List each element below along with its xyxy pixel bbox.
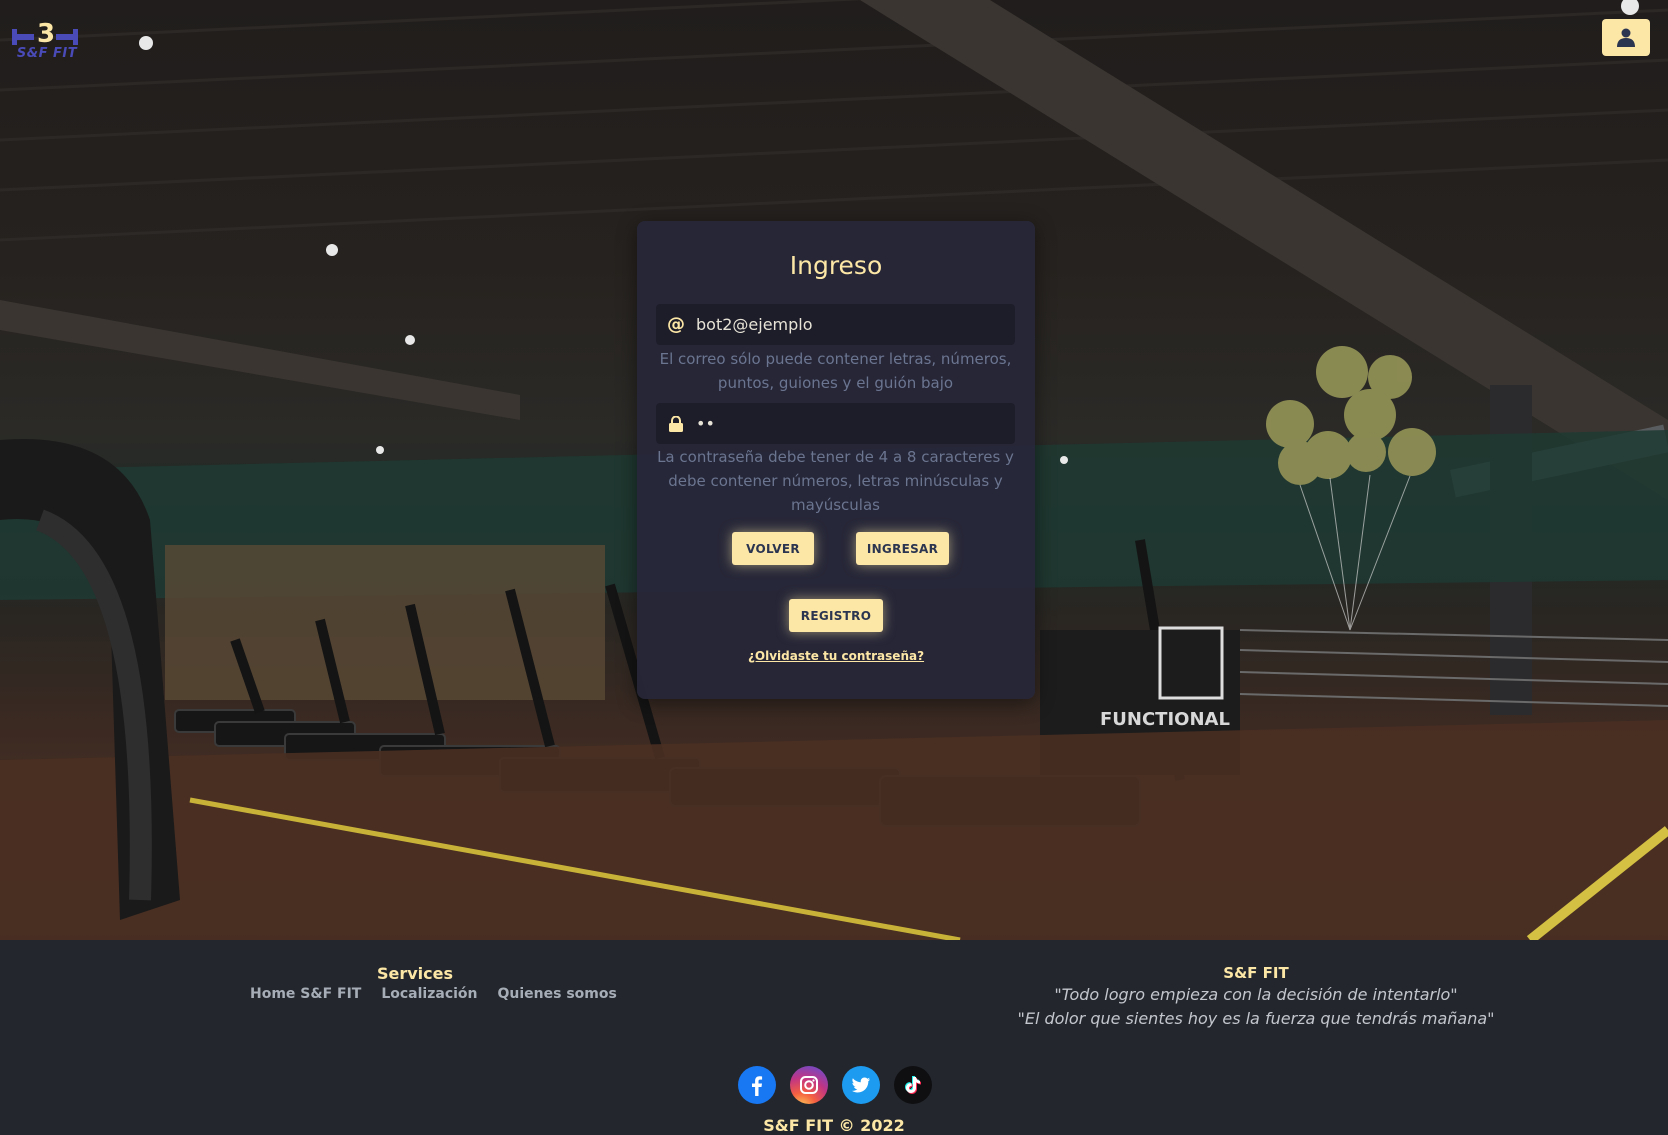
- copyright: S&F FIT © 2022: [763, 1116, 905, 1135]
- link-location[interactable]: Localización: [381, 986, 477, 1002]
- quote: "Todo logro empieza con la decisión de i…: [1054, 985, 1458, 1004]
- user-button[interactable]: [1602, 19, 1650, 56]
- link-home[interactable]: Home S&F FIT: [250, 986, 361, 1002]
- quote: "El dolor que sientes hoy es la fuerza q…: [1017, 1009, 1495, 1028]
- logo-icon: 3: [12, 19, 78, 48]
- password-help-text: La contraseña debe tener de 4 a 8 caract…: [657, 448, 1014, 514]
- svg-text:3: 3: [37, 19, 55, 48]
- instagram-icon[interactable]: [790, 1066, 828, 1104]
- forgot-password-link[interactable]: ¿Olvidaste tu contraseña?: [637, 649, 1035, 663]
- logo-text: S&F FIT: [16, 46, 78, 61]
- facebook-icon[interactable]: [738, 1066, 776, 1104]
- user-icon: [1617, 28, 1635, 47]
- lock-icon: [656, 415, 696, 432]
- login-card: Ingreso @ El correo sólo puede contener …: [637, 221, 1035, 699]
- twitter-icon[interactable]: [842, 1066, 880, 1104]
- at-icon: @: [667, 314, 685, 335]
- email-input[interactable]: [696, 315, 1006, 334]
- login-title: Ingreso: [789, 251, 883, 280]
- social-links: [738, 1066, 932, 1104]
- footer-brand-title: S&F FIT: [1223, 964, 1289, 982]
- password-input[interactable]: [696, 414, 1006, 433]
- password-field[interactable]: [656, 403, 1015, 444]
- services-links: Home S&F FIT Localización Quienes somos: [250, 986, 617, 1002]
- tiktok-icon[interactable]: [894, 1066, 932, 1104]
- login-button[interactable]: INGRESAR: [856, 532, 949, 565]
- back-button[interactable]: VOLVER: [732, 532, 814, 565]
- email-help-text: El correo sólo puede contener letras, nú…: [659, 350, 1012, 392]
- register-button[interactable]: REGISTRO: [789, 599, 883, 632]
- footer: Services Home S&F FIT Localización Quien…: [0, 940, 1668, 1135]
- logo[interactable]: 3 S&F FIT: [12, 12, 78, 64]
- email-field[interactable]: @: [656, 304, 1015, 345]
- link-about[interactable]: Quienes somos: [498, 986, 617, 1002]
- services-title: Services: [376, 964, 454, 983]
- svg-text:FUNCTIONAL: FUNCTIONAL: [1100, 709, 1230, 730]
